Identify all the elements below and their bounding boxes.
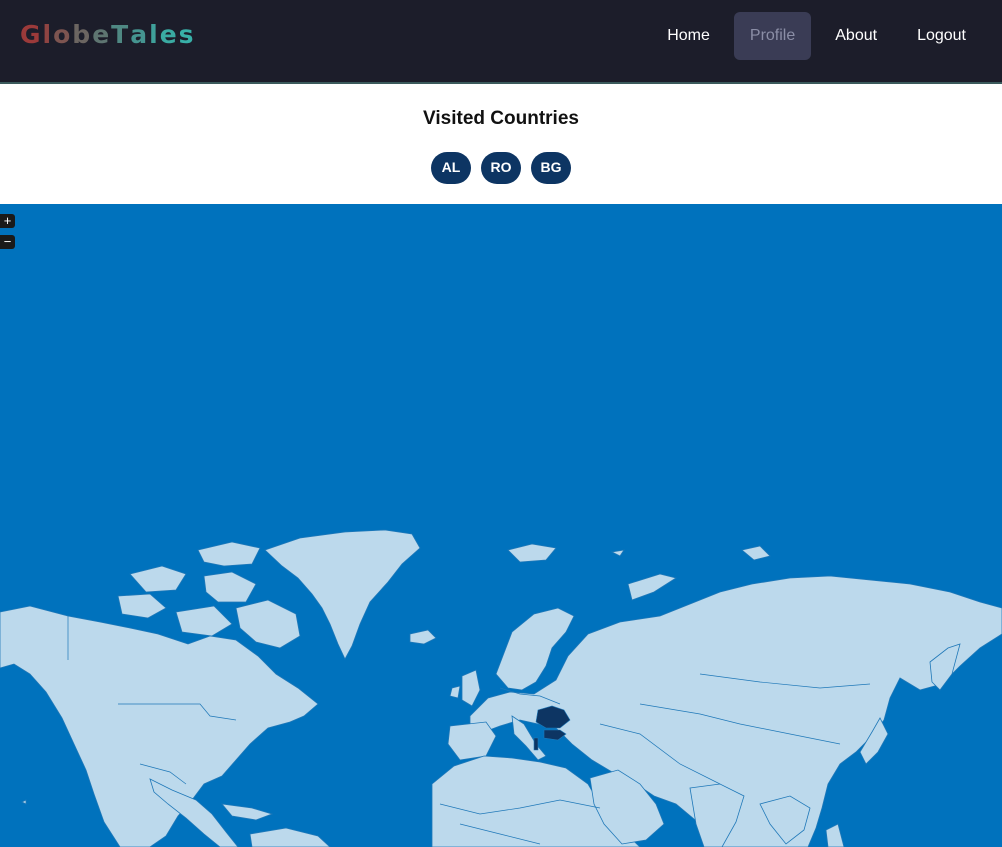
country-albania — [533, 737, 539, 751]
logo-letter: s — [178, 20, 196, 49]
country-chip-al[interactable]: AL — [431, 152, 471, 184]
navbar: GlobeTales Home Profile About Logout — [0, 0, 1002, 84]
globetales-logo[interactable]: GlobeTales — [20, 20, 196, 49]
nav-link-logout[interactable]: Logout — [901, 12, 982, 60]
nav-links: Home Profile About Logout — [651, 12, 1002, 60]
logo-letter: e — [159, 20, 179, 49]
visited-countries-section: Visited Countries AL RO BG — [0, 86, 1002, 204]
logo-letter: o — [53, 20, 73, 49]
logo-letter: l — [149, 20, 160, 49]
nav-link-about[interactable]: About — [819, 12, 893, 60]
country-chip-bg[interactable]: BG — [531, 152, 571, 184]
logo-letter: b — [72, 20, 93, 49]
logo-letter: l — [42, 20, 54, 49]
visited-countries-title: Visited Countries — [423, 108, 579, 129]
nav-link-home[interactable]: Home — [651, 12, 726, 60]
world-map-svg[interactable] — [0, 204, 1002, 847]
country-bulgaria — [543, 729, 567, 741]
visited-country-chips: AL RO BG — [0, 152, 1002, 184]
nav-link-profile[interactable]: Profile — [733, 12, 812, 60]
logo-letter: e — [92, 20, 112, 49]
logo-letter: G — [20, 20, 43, 49]
zoom-in-button[interactable]: + — [0, 214, 15, 228]
logo-letter: T — [111, 20, 131, 49]
country-chip-ro[interactable]: RO — [481, 152, 521, 184]
logo-letter: a — [130, 20, 150, 49]
zoom-out-button[interactable]: − — [0, 235, 15, 249]
world-map[interactable]: + − — [0, 204, 1002, 847]
